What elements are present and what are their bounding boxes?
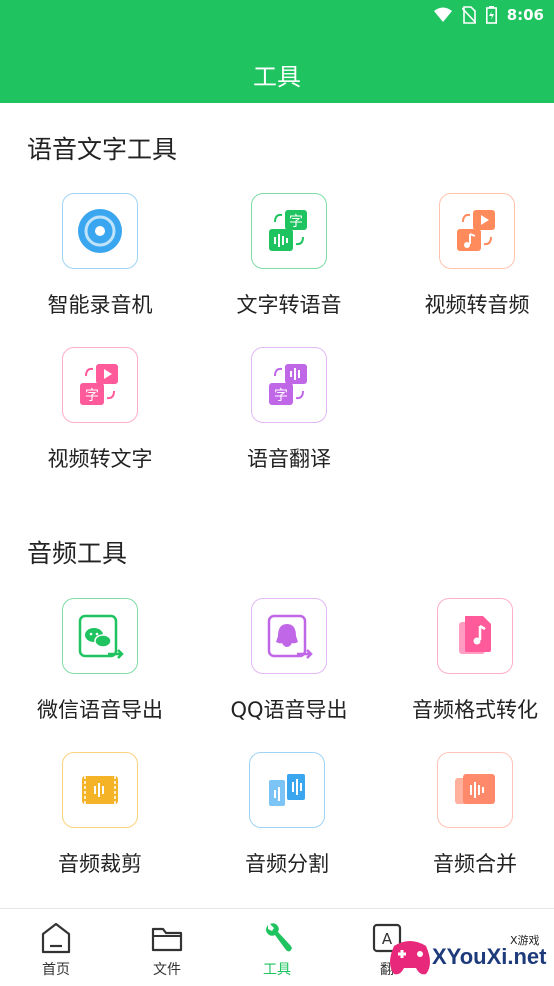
tool-audio-format[interactable]: 音频格式转化 [387, 598, 554, 724]
tool-wechat-export[interactable]: 微信语音导出 [12, 598, 188, 724]
svg-text:字: 字 [289, 214, 303, 230]
home-icon [41, 922, 71, 954]
tool-qq-export[interactable]: QQ语音导出 [201, 598, 377, 724]
tool-text-to-speech[interactable]: 字 文字转语音 [201, 193, 377, 319]
audio-split-icon [249, 752, 325, 828]
no-sim-icon [461, 6, 476, 24]
page-title: 工具 [253, 63, 301, 91]
tool-label: 视频转文字 [47, 447, 153, 471]
app-header: 8:06 工具 [0, 0, 554, 103]
audio-format-icon [437, 598, 513, 674]
text-to-speech-icon: 字 [251, 193, 327, 269]
status-time: 8:06 [506, 6, 544, 24]
svg-text:字: 字 [274, 388, 288, 404]
recorder-icon [62, 193, 138, 269]
tool-voice-translate[interactable]: 字 语音翻译 [201, 347, 377, 473]
tool-label: 文字转语音 [236, 293, 342, 317]
tool-video-to-audio[interactable]: 视频转音频 [389, 193, 554, 319]
tool-audio-trim[interactable]: 音频裁剪 [12, 752, 188, 878]
audio-trim-icon [62, 752, 138, 828]
gamepad-icon [390, 941, 430, 975]
watermark-logo: X游戏 XYouXi.net [380, 922, 554, 986]
tool-label: QQ语音导出 [230, 698, 348, 722]
tool-label: 语音翻译 [247, 447, 331, 471]
audio-merge-icon [437, 752, 513, 828]
tab-home[interactable]: 首页 [1, 909, 111, 986]
tool-label: 音频裁剪 [58, 852, 142, 876]
tool-label: 音频合并 [433, 852, 517, 876]
tool-audio-split[interactable]: 音频分割 [199, 752, 375, 878]
tab-tools[interactable]: 工具 [222, 909, 332, 986]
svg-text:字: 字 [85, 388, 99, 404]
status-bar: 8:06 [433, 4, 544, 26]
tool-label: 微信语音导出 [37, 698, 163, 722]
section-title-audio: 音频工具 [27, 539, 128, 568]
tool-label: 音频分割 [245, 852, 329, 876]
section-title-voice-text: 语音文字工具 [27, 135, 178, 164]
tool-label: 音频格式转化 [412, 698, 538, 722]
tool-audio-merge[interactable]: 音频合并 [387, 752, 554, 878]
qq-export-icon [251, 598, 327, 674]
battery-icon [485, 6, 497, 24]
wechat-export-icon [62, 598, 138, 674]
video-to-audio-icon [439, 193, 515, 269]
wrench-icon [266, 923, 292, 952]
voice-translate-icon: 字 [251, 347, 327, 423]
tool-label: 智能录音机 [47, 293, 153, 317]
tool-smart-recorder[interactable]: 智能录音机 [12, 193, 188, 319]
tool-label: 视频转音频 [424, 293, 530, 317]
tool-video-to-text[interactable]: 字 视频转文字 [12, 347, 188, 473]
wifi-icon [433, 7, 452, 22]
tab-files[interactable]: 文件 [112, 909, 222, 986]
video-to-text-icon: 字 [62, 347, 138, 423]
folder-icon [151, 927, 183, 952]
